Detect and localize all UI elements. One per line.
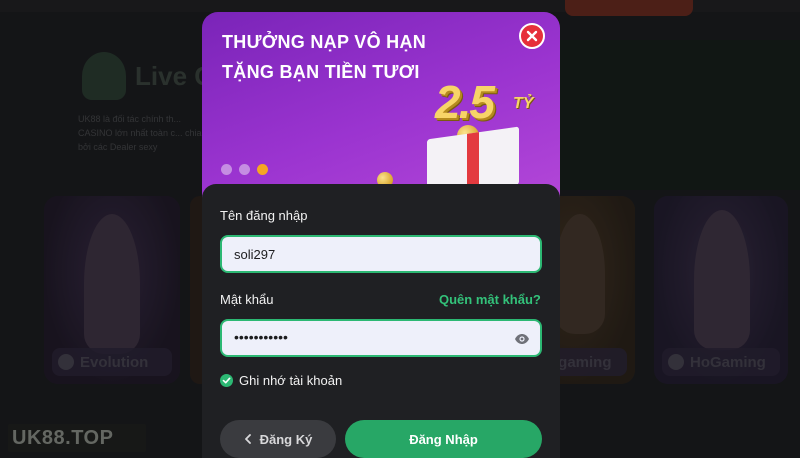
prize-amount: 2.5 <box>435 76 495 128</box>
password-field[interactable]: ••••••••••• <box>220 319 542 357</box>
promo-banner: THƯỞNG NẠP VÔ HẠN TẶNG BẠN TIỀN TƯƠI 2.5… <box>202 12 560 202</box>
gift-ribbon <box>467 132 479 192</box>
username-value: soli297 <box>234 247 276 262</box>
carousel-indicators <box>221 164 268 175</box>
login-label: Đăng Nhập <box>409 431 478 447</box>
remember-checkbox[interactable] <box>220 374 233 387</box>
username-label: Tên đăng nhập <box>220 208 308 223</box>
check-icon <box>222 377 231 384</box>
banner-headline: THƯỞNG NẠP VÔ HẠN <box>222 32 427 52</box>
chevron-left-icon <box>244 434 251 444</box>
close-button[interactable] <box>519 23 545 49</box>
login-button[interactable]: Đăng Nhập <box>345 420 542 458</box>
close-icon <box>526 30 538 42</box>
forgot-password-link[interactable]: Quên mật khẩu? <box>439 292 541 307</box>
register-button[interactable]: Đăng Ký <box>220 420 336 458</box>
prize-unit: TỶ <box>513 95 534 112</box>
prize-illustration: 2.5 TỶ <box>377 67 560 198</box>
register-label: Đăng Ký <box>259 431 313 447</box>
banner-subheadline: TẶNG BẠN TIỀN TƯƠI <box>222 62 420 82</box>
password-label: Mật khẩu <box>220 292 274 307</box>
carousel-dot-active[interactable] <box>257 164 268 175</box>
carousel-dot[interactable] <box>239 164 250 175</box>
password-value: ••••••••••• <box>234 329 288 345</box>
username-field[interactable]: soli297 <box>220 235 542 273</box>
eye-icon[interactable] <box>514 331 530 347</box>
remember-label: Ghi nhớ tài khoản <box>239 373 343 388</box>
carousel-dot[interactable] <box>221 164 232 175</box>
